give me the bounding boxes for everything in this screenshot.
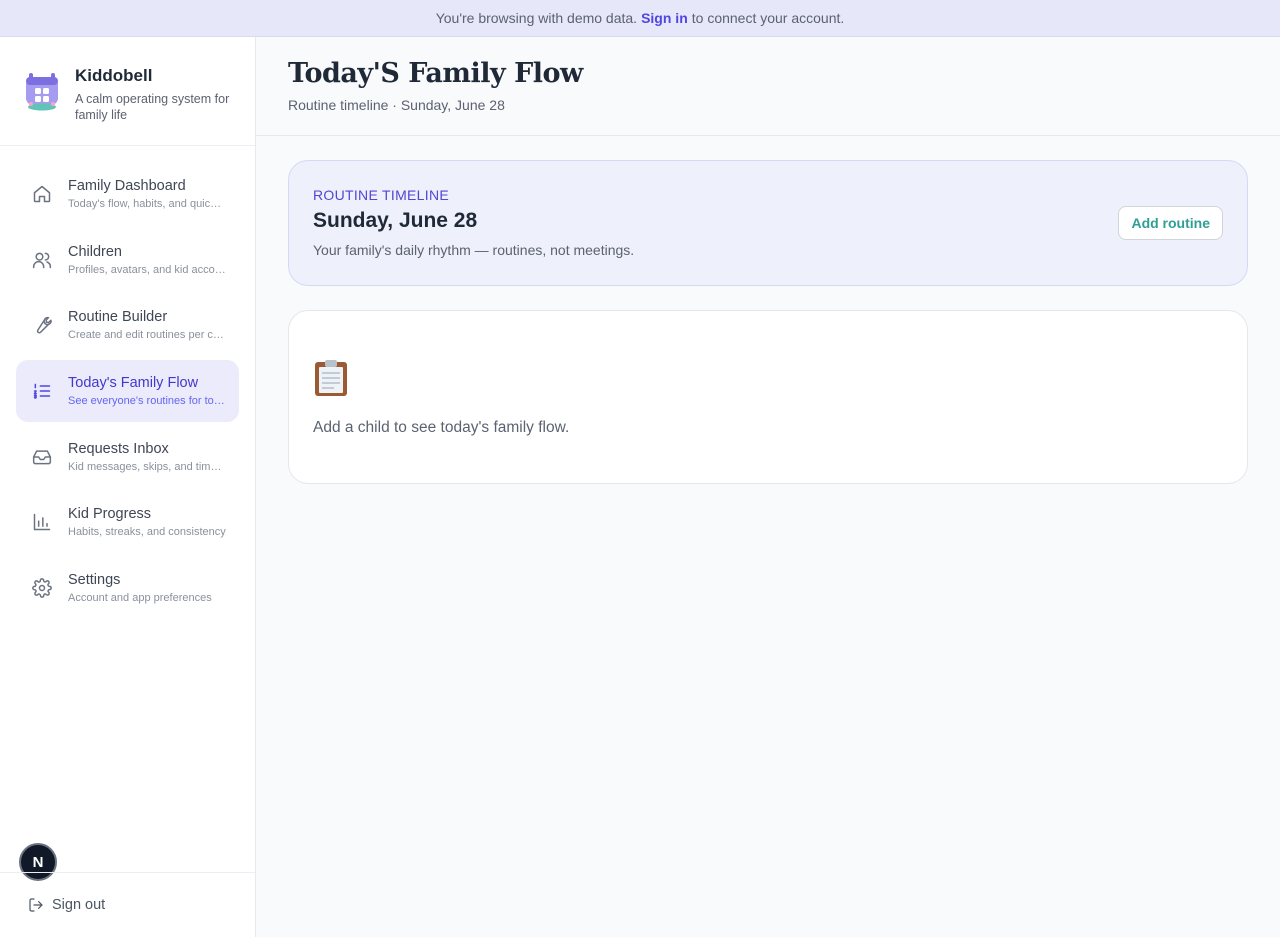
sidebar-footer: Sign out — [0, 872, 255, 937]
card-description: Your family's daily rhythm — routines, n… — [313, 242, 635, 258]
sidebar-item-sub: Habits, streaks, and consistency — [68, 526, 226, 539]
sidebar-item-label: Children — [68, 243, 122, 260]
wrench-icon — [36, 317, 52, 334]
inbox-icon — [32, 450, 52, 465]
sidebar-item-todays-family-flow[interactable]: Today's Family Flow See everyone's routi… — [16, 360, 239, 423]
brand-tagline: A calm operating system for family life — [75, 92, 230, 122]
users-icon — [32, 252, 52, 268]
sidebar-item-children[interactable]: Children Profiles, avatars, and kid acco… — [16, 229, 239, 291]
gear-icon — [32, 578, 52, 598]
brand: Kiddobell A calm operating system for fa… — [0, 37, 255, 146]
card-date: Sunday, June 28 — [313, 209, 478, 232]
empty-state-card: Add a child to see today's family flow. — [288, 310, 1248, 484]
sidebar-item-label: Settings — [68, 572, 121, 589]
sign-out-button[interactable]: Sign out — [28, 897, 105, 913]
page-header: Today'S Family Flow Routine timeline · S… — [256, 37, 1280, 136]
log-out-icon — [29, 898, 43, 912]
sign-out-label: Sign out — [52, 897, 106, 913]
page-title: Today'S Family Flow — [288, 58, 583, 89]
home-icon — [33, 185, 51, 203]
add-routine-button[interactable]: Add routine — [1118, 206, 1223, 240]
sidebar-item-sub: Create and edit routines per child — [68, 329, 226, 342]
sidebar-item-sub: Account and app preferences — [68, 592, 212, 605]
sidebar-item-sub: See everyone's routines for today — [68, 395, 226, 408]
page-subtitle: Routine timeline · Sunday, June 28 — [288, 97, 505, 113]
sidebar-item-kid-progress[interactable]: Kid Progress Habits, streaks, and consis… — [16, 491, 239, 553]
clipboard-icon — [315, 360, 347, 396]
brand-name: Kiddobell — [75, 66, 153, 85]
sidebar-item-settings[interactable]: Settings Account and app preferences — [16, 557, 239, 619]
empty-state-text: Add a child to see today's family flow. — [313, 419, 570, 436]
sign-in-link[interactable]: Sign in — [641, 10, 688, 26]
calendar-icon — [26, 73, 58, 111]
sidebar: Kiddobell A calm operating system for fa… — [0, 37, 256, 937]
sidebar-item-label: Family Dashboard — [68, 178, 186, 194]
sidebar-item-family-dashboard[interactable]: Family Dashboard Today's flow, habits, a… — [16, 163, 239, 225]
sidebar-item-sub: Kid messages, skips, and time requests — [68, 460, 226, 473]
sidebar-item-label: Requests Inbox — [68, 440, 169, 457]
banner-text-after: to connect your account. — [691, 10, 845, 26]
demo-banner: You're browsing with demo data. Sign in … — [0, 0, 1280, 37]
sidebar-item-label: Today's Family Flow — [68, 375, 199, 392]
sidebar-item-routine-builder[interactable]: Routine Builder Create and edit routines… — [16, 294, 239, 356]
sidebar-item-label: Routine Builder — [68, 309, 168, 326]
sidebar-nav: Family Dashboard Today's flow, habits, a… — [0, 146, 255, 619]
card-eyebrow: ROUTINE TIMELINE — [313, 187, 450, 203]
sidebar-item-requests-inbox[interactable]: Requests Inbox Kid messages, skips, and … — [16, 426, 239, 488]
sidebar-item-sub: Today's flow, habits, and quick actions — [68, 198, 226, 210]
sidebar-item-label: Kid Progress — [68, 506, 152, 523]
list-ordered-icon — [33, 383, 51, 399]
routine-timeline-card: ROUTINE TIMELINE Sunday, June 28 Your fa… — [288, 160, 1248, 286]
banner-text: You're browsing with demo data. — [435, 10, 638, 26]
bar-chart-icon — [33, 514, 51, 531]
sidebar-item-sub: Profiles, avatars, and kid accounts — [68, 263, 226, 276]
